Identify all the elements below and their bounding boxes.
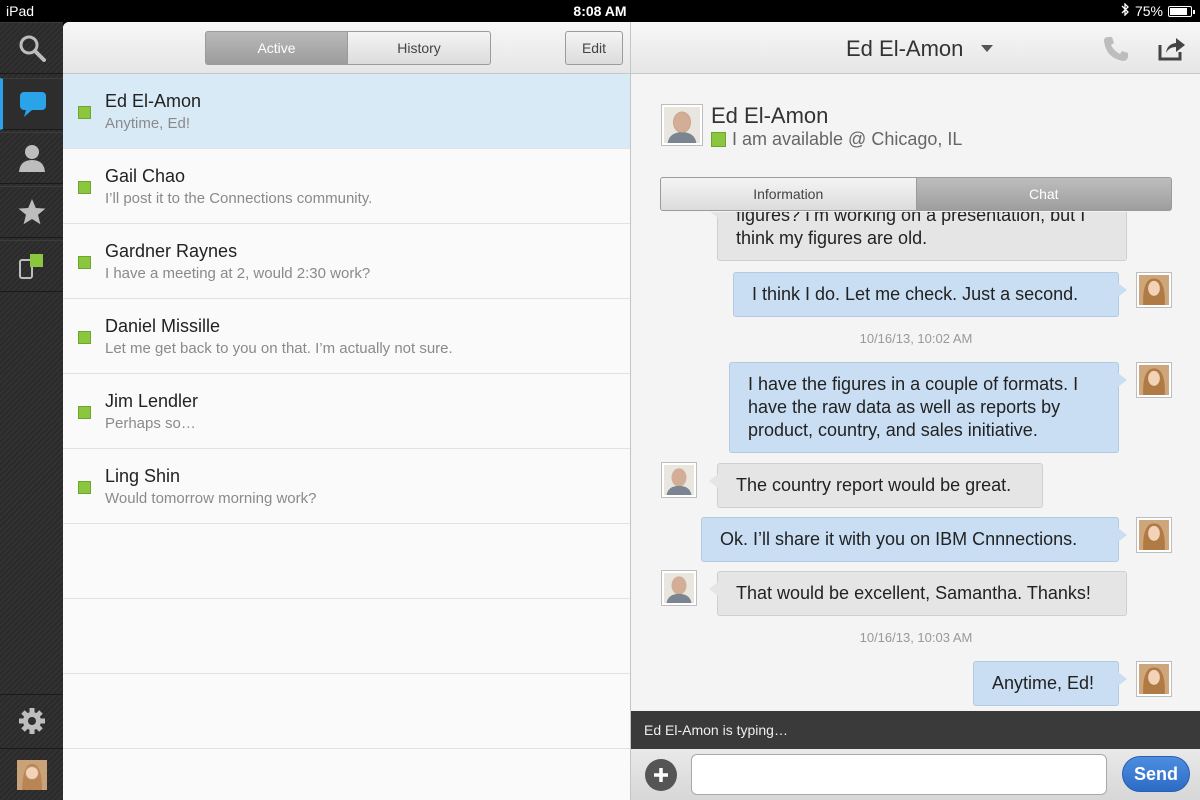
conversation-item[interactable]: Gardner Raynes I have a meeting at 2, wo… xyxy=(63,224,630,299)
chat-title-dropdown[interactable]: Ed El-Amon xyxy=(846,36,994,62)
conversation-last-message: Would tomorrow morning work? xyxy=(105,490,317,507)
presence-available-icon xyxy=(78,256,91,269)
chat-header-actions xyxy=(1102,35,1186,68)
conversation-name: Ling Shin xyxy=(105,466,181,486)
empty-row xyxy=(63,749,630,800)
conversation-item[interactable]: Gail Chao I’ll post it to the Connection… xyxy=(63,149,630,224)
message-outgoing: Ok. I’ll share it with you on IBM Cnnnec… xyxy=(701,517,1127,562)
contacts-icon[interactable] xyxy=(0,132,63,184)
contact-profile: Ed El-Amon I am available @ Chicago, IL xyxy=(661,103,962,151)
send-button[interactable]: Send xyxy=(1122,756,1190,792)
my-avatar xyxy=(1136,661,1172,697)
message-incoming: figures? I’m working on a presentation, … xyxy=(709,212,1127,261)
contact-avatar xyxy=(661,462,697,498)
conversation-last-message: Anytime, Ed! xyxy=(105,115,191,132)
status-bar: iPad 8:08 AM 75% xyxy=(0,0,1200,22)
presence-available-icon xyxy=(711,132,726,147)
chat-icon[interactable] xyxy=(0,78,63,130)
typing-indicator: Ed El-Amon is typing… xyxy=(631,711,1200,749)
presence-available-icon xyxy=(78,406,91,419)
conversation-name: Gail Chao xyxy=(105,166,186,186)
status-right: 75% xyxy=(1121,2,1195,19)
my-avatar xyxy=(1136,272,1172,308)
share-icon[interactable] xyxy=(1158,35,1186,68)
message-timestamp: 10/16/13, 10:03 AM xyxy=(859,630,973,645)
message-outgoing: Anytime, Ed! xyxy=(973,661,1127,706)
message-input[interactable] xyxy=(691,754,1107,795)
conversation-last-message: I’ll post it to the Connections communit… xyxy=(105,190,373,207)
list-header: Active History Edit xyxy=(63,22,630,74)
phone-icon[interactable] xyxy=(1102,35,1130,68)
presence-available-icon xyxy=(78,106,91,119)
presence-available-icon xyxy=(78,331,91,344)
chat-header: Ed El-Amon xyxy=(631,22,1200,74)
plus-icon xyxy=(654,768,668,782)
contact-name: Ed El-Amon xyxy=(711,103,829,128)
tab-chat[interactable]: Chat xyxy=(916,177,1172,211)
message-incoming: The country report would be great. xyxy=(709,463,1043,508)
message-outgoing: I think I do. Let me check. Just a secon… xyxy=(733,272,1127,317)
conversation-name: Gardner Raynes xyxy=(105,241,238,261)
conversation-name: Daniel Missille xyxy=(105,316,221,336)
empty-row xyxy=(63,674,630,749)
conversation-name: Ed El-Amon xyxy=(105,91,202,111)
add-attachment-button[interactable] xyxy=(645,759,677,791)
conversation-item[interactable]: Ling Shin Would tomorrow morning work? xyxy=(63,449,630,524)
tab-information[interactable]: Information xyxy=(660,177,917,211)
edit-button[interactable]: Edit xyxy=(565,31,623,65)
my-avatar xyxy=(1136,362,1172,398)
chat-title: Ed El-Amon xyxy=(846,36,964,61)
chat-pane: Ed El-Amon Ed El-Amon I am available @ C… xyxy=(630,22,1200,800)
conversation-item[interactable]: Jim Lendler Perhaps so… xyxy=(63,374,630,449)
battery-icon xyxy=(1168,5,1195,17)
bluetooth-icon xyxy=(1121,2,1130,19)
contact-avatar xyxy=(661,104,703,146)
my-avatar[interactable] xyxy=(0,748,63,800)
conversation-item[interactable]: Ed El-Amon Anytime, Ed! xyxy=(63,74,630,149)
message-composer: Send xyxy=(631,749,1200,800)
search-icon[interactable] xyxy=(0,22,63,74)
conversation-item[interactable]: Daniel Missille Let me get back to you o… xyxy=(63,299,630,374)
contact-status: I am available @ Chicago, IL xyxy=(711,129,962,150)
empty-row xyxy=(63,524,630,599)
conversation-list-pane: Active History Edit Ed El-Amon Anytime, … xyxy=(63,22,630,800)
message-outgoing: I have the figures in a couple of format… xyxy=(729,362,1127,453)
tab-history[interactable]: History xyxy=(348,31,491,65)
chevron-down-icon xyxy=(981,45,994,52)
list-segmented-control: Active History xyxy=(205,31,491,65)
conversation-name: Jim Lendler xyxy=(105,391,199,411)
empty-row xyxy=(63,599,630,674)
nav-rail xyxy=(0,22,63,800)
chat-tabs: Information Chat xyxy=(660,177,1172,211)
contact-avatar xyxy=(661,570,697,606)
message-thread[interactable]: figures? I’m working on a presentation, … xyxy=(631,212,1200,709)
my-avatar xyxy=(1136,517,1172,553)
battery-percent: 75% xyxy=(1134,3,1163,19)
message-timestamp: 10/16/13, 10:02 AM xyxy=(859,331,973,346)
meetings-icon[interactable] xyxy=(0,240,63,292)
clock: 8:08 AM xyxy=(573,3,627,19)
presence-available-icon xyxy=(78,481,91,494)
conversation-last-message: I have a meeting at 2, would 2:30 work? xyxy=(105,265,371,282)
contact-status-text: I am available @ Chicago, IL xyxy=(732,129,963,149)
favorites-icon[interactable] xyxy=(0,186,63,238)
conversation-last-message: Perhaps so… xyxy=(105,415,196,432)
conversation-last-message: Let me get back to you on that. I’m actu… xyxy=(105,340,453,357)
presence-available-icon xyxy=(78,181,91,194)
message-incoming: That would be excellent, Samantha. Thank… xyxy=(709,571,1127,616)
tab-active[interactable]: Active xyxy=(205,31,348,65)
settings-icon[interactable] xyxy=(0,694,63,746)
